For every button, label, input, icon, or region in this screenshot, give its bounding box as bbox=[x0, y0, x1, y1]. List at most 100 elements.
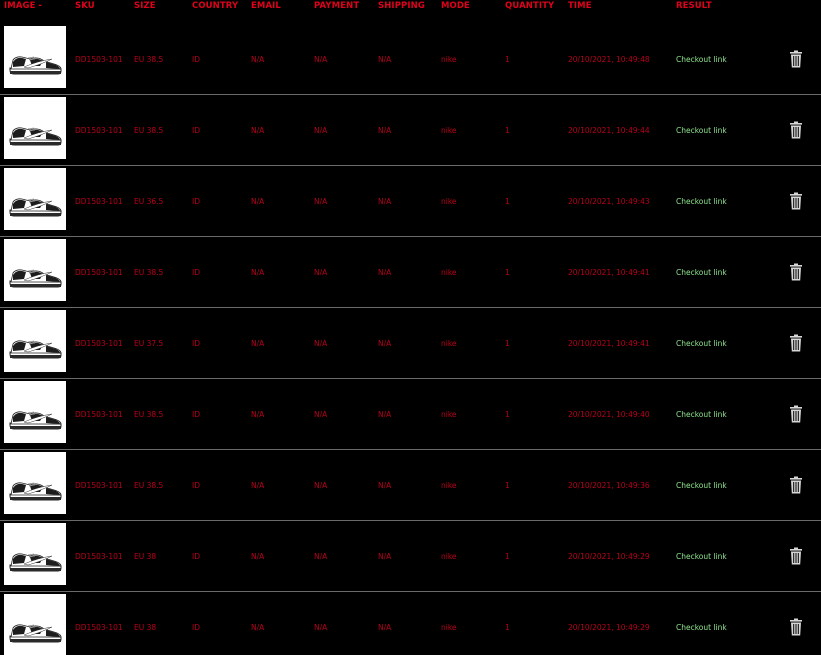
sneaker-image bbox=[4, 26, 66, 88]
row-sku: DD1503-101 bbox=[75, 339, 123, 348]
table-row: DD1503-101 EU 38.5 ID N/A N/A N/A nike 1… bbox=[0, 450, 821, 521]
row-email: N/A bbox=[251, 339, 265, 348]
row-size: EU 38.5 bbox=[134, 55, 164, 64]
checkout-link[interactable]: Checkout link bbox=[676, 196, 727, 208]
row-email: N/A bbox=[251, 481, 265, 490]
row-mode: nike bbox=[441, 268, 457, 277]
row-sku: DD1503-101 bbox=[75, 55, 123, 64]
checkout-link[interactable]: Checkout link bbox=[676, 551, 727, 563]
sneaker-image bbox=[4, 594, 66, 655]
trash-icon[interactable] bbox=[789, 334, 803, 352]
checkout-link[interactable]: Checkout link bbox=[676, 54, 727, 66]
row-country: ID bbox=[192, 410, 200, 419]
table-row: DD1503-101 EU 37.5 ID N/A N/A N/A nike 1… bbox=[0, 308, 821, 379]
trash-icon[interactable] bbox=[789, 618, 803, 636]
row-sku: DD1503-101 bbox=[75, 268, 123, 277]
row-email: N/A bbox=[251, 126, 265, 135]
row-shipping: N/A bbox=[378, 55, 392, 64]
trash-icon[interactable] bbox=[789, 50, 803, 68]
row-email: N/A bbox=[251, 623, 265, 632]
sneaker-thumbnail-icon bbox=[4, 381, 66, 443]
row-shipping: N/A bbox=[378, 481, 392, 490]
row-quantity: 1 bbox=[505, 552, 510, 561]
checkout-link[interactable]: Checkout link bbox=[676, 267, 727, 279]
row-sku: DD1503-101 bbox=[75, 126, 123, 135]
row-country: ID bbox=[192, 552, 200, 561]
header-mode[interactable]: MODE bbox=[441, 0, 470, 12]
table-row: DD1503-101 EU 38.5 ID N/A N/A N/A nike 1… bbox=[0, 379, 821, 450]
row-sku: DD1503-101 bbox=[75, 481, 123, 490]
table-row: DD1503-101 EU 38.5 ID N/A N/A N/A nike 1… bbox=[0, 24, 821, 95]
row-mode: nike bbox=[441, 410, 457, 419]
header-shipping[interactable]: SHIPPING bbox=[378, 0, 425, 12]
table-row: DD1503-101 EU 38.5 ID N/A N/A N/A nike 1… bbox=[0, 237, 821, 308]
row-shipping: N/A bbox=[378, 410, 392, 419]
header-email[interactable]: EMAIL bbox=[251, 0, 281, 12]
checkout-link[interactable]: Checkout link bbox=[676, 480, 727, 492]
sneaker-thumbnail-icon bbox=[4, 239, 66, 301]
trash-icon[interactable] bbox=[789, 263, 803, 281]
row-email: N/A bbox=[251, 268, 265, 277]
row-quantity: 1 bbox=[505, 481, 510, 490]
sneaker-thumbnail-icon bbox=[4, 168, 66, 230]
row-time: 20/10/2021, 10:49:29 bbox=[568, 623, 650, 632]
trash-icon[interactable] bbox=[789, 121, 803, 139]
row-time: 20/10/2021, 10:49:36 bbox=[568, 481, 650, 490]
row-shipping: N/A bbox=[378, 552, 392, 561]
header-size[interactable]: SIZE bbox=[134, 0, 156, 12]
header-quantity[interactable]: QUANTITY bbox=[505, 0, 554, 12]
trash-icon[interactable] bbox=[789, 547, 803, 565]
row-sku: DD1503-101 bbox=[75, 410, 123, 419]
sneaker-thumbnail-icon bbox=[4, 523, 66, 585]
checkout-link[interactable]: Checkout link bbox=[676, 125, 727, 137]
table-row: DD1503-101 EU 36.5 ID N/A N/A N/A nike 1… bbox=[0, 166, 821, 237]
header-image[interactable]: IMAGE - bbox=[4, 0, 42, 12]
row-sku: DD1503-101 bbox=[75, 197, 123, 206]
checkout-link[interactable]: Checkout link bbox=[676, 338, 727, 350]
sneaker-image bbox=[4, 452, 66, 514]
checkout-link[interactable]: Checkout link bbox=[676, 622, 727, 634]
trash-icon[interactable] bbox=[789, 476, 803, 494]
row-sku: DD1503-101 bbox=[75, 623, 123, 632]
row-quantity: 1 bbox=[505, 623, 510, 632]
header-country[interactable]: COUNTRY bbox=[192, 0, 238, 12]
row-mode: nike bbox=[441, 481, 457, 490]
row-email: N/A bbox=[251, 410, 265, 419]
row-time: 20/10/2021, 10:49:48 bbox=[568, 55, 650, 64]
row-size: EU 38.5 bbox=[134, 481, 164, 490]
row-payment: N/A bbox=[314, 268, 328, 277]
header-time[interactable]: TIME bbox=[568, 0, 592, 12]
row-time: 20/10/2021, 10:49:40 bbox=[568, 410, 650, 419]
row-mode: nike bbox=[441, 197, 457, 206]
row-quantity: 1 bbox=[505, 268, 510, 277]
row-shipping: N/A bbox=[378, 339, 392, 348]
sneaker-thumbnail-icon bbox=[4, 594, 66, 655]
row-payment: N/A bbox=[314, 410, 328, 419]
row-size: EU 38.5 bbox=[134, 268, 164, 277]
row-time: 20/10/2021, 10:49:43 bbox=[568, 197, 650, 206]
checkout-link[interactable]: Checkout link bbox=[676, 409, 727, 421]
row-country: ID bbox=[192, 481, 200, 490]
header-payment[interactable]: PAYMENT bbox=[314, 0, 359, 12]
row-shipping: N/A bbox=[378, 268, 392, 277]
row-country: ID bbox=[192, 339, 200, 348]
row-country: ID bbox=[192, 126, 200, 135]
header-result[interactable]: RESULT bbox=[676, 0, 712, 12]
row-quantity: 1 bbox=[505, 410, 510, 419]
row-email: N/A bbox=[251, 552, 265, 561]
row-payment: N/A bbox=[314, 623, 328, 632]
sneaker-thumbnail-icon bbox=[4, 26, 66, 88]
sneaker-thumbnail-icon bbox=[4, 310, 66, 372]
checkout-log-table: IMAGE - SKU SIZE COUNTRY EMAIL PAYMENT S… bbox=[0, 0, 821, 655]
trash-icon[interactable] bbox=[789, 192, 803, 210]
sneaker-thumbnail-icon bbox=[4, 97, 66, 159]
row-country: ID bbox=[192, 197, 200, 206]
trash-icon[interactable] bbox=[789, 405, 803, 423]
row-time: 20/10/2021, 10:49:29 bbox=[568, 552, 650, 561]
header-sku[interactable]: SKU bbox=[75, 0, 95, 12]
row-quantity: 1 bbox=[505, 197, 510, 206]
row-quantity: 1 bbox=[505, 55, 510, 64]
row-time: 20/10/2021, 10:49:44 bbox=[568, 126, 650, 135]
row-size: EU 38.5 bbox=[134, 410, 164, 419]
row-sku: DD1503-101 bbox=[75, 552, 123, 561]
